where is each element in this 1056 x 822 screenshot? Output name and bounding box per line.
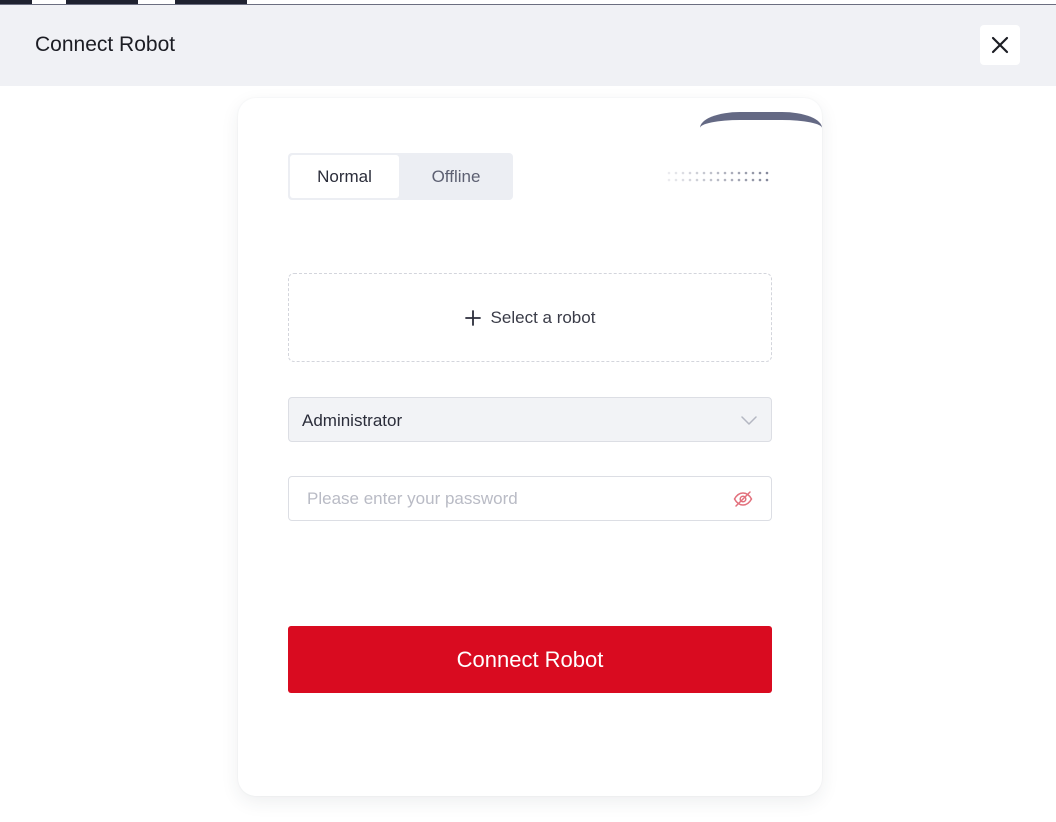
role-select-value: Administrator: [302, 411, 403, 430]
connect-robot-button[interactable]: Connect Robot: [288, 626, 772, 693]
decorative-dots: [667, 171, 769, 182]
chevron-down-icon: [741, 413, 757, 432]
password-field: [288, 476, 772, 521]
close-button[interactable]: [980, 25, 1020, 65]
tab-normal[interactable]: Normal: [290, 155, 399, 198]
role-select[interactable]: Administrator: [288, 397, 772, 442]
tab-indicator: [0, 0, 32, 4]
dialog-header: Connect Robot: [0, 5, 1056, 86]
tab-indicator: [175, 0, 247, 4]
tab-offline[interactable]: Offline: [401, 155, 511, 198]
card-decoration-arc: [700, 112, 822, 152]
select-robot-button[interactable]: Select a robot: [288, 273, 772, 362]
close-icon: [991, 36, 1009, 54]
tab-indicator: [66, 0, 138, 4]
mode-tabs: Normal Offline: [288, 153, 513, 200]
plus-icon: [464, 309, 481, 326]
eye-slash-icon[interactable]: [733, 490, 753, 513]
password-input[interactable]: [290, 478, 720, 519]
select-robot-label: Select a robot: [490, 307, 596, 327]
dialog-title: Connect Robot: [35, 33, 176, 56]
